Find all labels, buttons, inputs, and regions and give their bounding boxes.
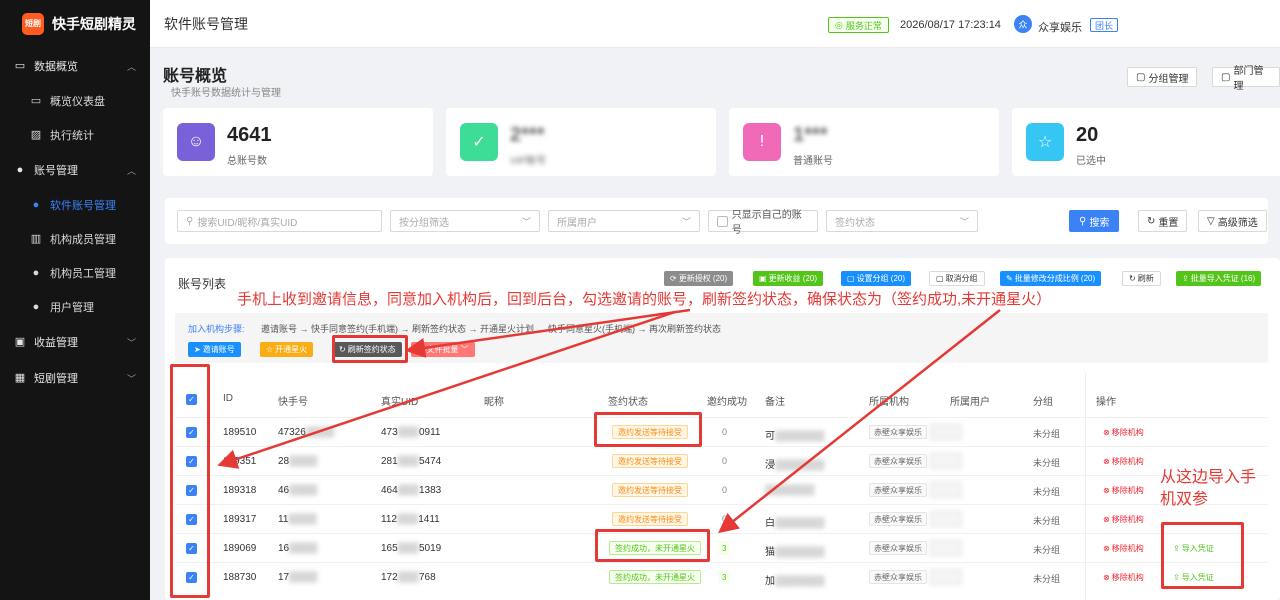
arrow-to-signed-status — [718, 309, 1001, 534]
arrow-to-refresh-button — [405, 308, 691, 358]
annotation-arrows — [217, 308, 1001, 534]
arrow-to-checkbox-column — [217, 310, 676, 469]
